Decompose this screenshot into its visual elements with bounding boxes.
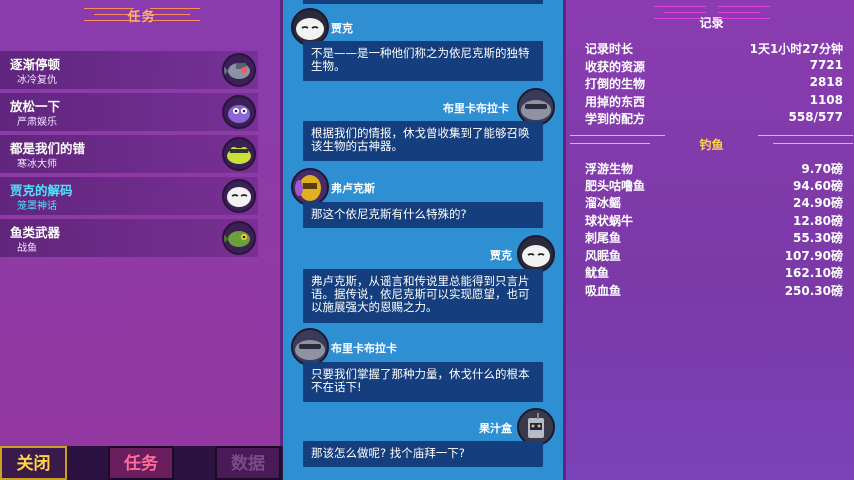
quest-item[interactable]: 逐渐停顿 冰冷复仇 [0,51,258,89]
fish-name: 浮游生物 [585,162,634,176]
quest-subtitle: 笼罩神话 [17,201,57,212]
white-ghost-avatar [517,235,555,273]
record-label: 收获的资源 [585,60,646,74]
record-row: 学到的配方 558/577 [585,110,843,127]
record-label: 学到的配方 [585,112,646,126]
quest-item[interactable]: 都是我们的错 寒冰大师 [0,135,258,173]
fish-row: 溜冰鳐 24.90磅 [585,194,843,211]
fish-name: 溜冰鳐 [585,196,622,210]
quest-subtitle: 寒冰大师 [17,159,57,170]
record-label: 记录时长 [585,42,634,56]
dialog-bubble: 只要我们掌握了那种力量，休戈什么的根本不在话下! [303,362,543,402]
fish-name: 吸血鱼 [585,284,622,298]
fish-row: 球状蜗牛 12.80磅 [585,212,843,229]
green-fish-icon [222,221,256,255]
robot-fish-icon [222,53,256,87]
fishing-header-title: 钓鱼 [699,138,724,152]
record-label: 用掉的东西 [585,95,646,109]
fish-name: 鱿鱼 [585,266,610,280]
fish-row: 鱿鱼 162.10磅 [585,264,843,281]
header-decoration-left [570,135,665,145]
record-value: 1天1小时27分钟 [749,42,843,56]
record-value: 558/577 [788,110,843,124]
fish-row: 肥头咕噜鱼 94.60磅 [585,177,843,194]
dialog-bubble: 不是——是一种他们称之为依尼克斯的独特生物。 [303,41,543,81]
fish-weight: 107.90磅 [784,249,843,263]
previous-bubble-edge [303,0,543,4]
records-panel: 记录 记录时长 1天1小时27分钟 收获的资源 7721 打倒的生物 2818 用掉的… [563,0,854,480]
quest-header: 任务 [0,0,283,30]
fish-weight: 55.30磅 [793,231,843,245]
tasks-tab[interactable]: 任务 [108,446,174,480]
record-value: 7721 [809,58,843,72]
quest-subtitle: 严肃娱乐 [17,117,57,128]
speaker-name: 布里卡布拉卡 [331,342,397,355]
gold-mask-avatar [291,168,329,206]
speaker-name: 贾克 [331,22,353,35]
fishing-header: 钓鱼 [566,134,854,153]
quest-subtitle: 冰冷复仇 [17,75,57,86]
speaker-name: 果汁盒 [479,422,512,435]
speaker-name: 弗卢克斯 [331,182,375,195]
purple-blob-icon [222,95,256,129]
fish-name: 球状蜗牛 [585,214,634,228]
fish-weight: 250.30磅 [784,284,843,298]
record-label: 打倒的生物 [585,77,646,91]
speaker-name: 贾克 [490,249,512,262]
records-header: 记录 [566,6,854,31]
fish-name: 肥头咕噜鱼 [585,179,646,193]
fish-weight: 24.90磅 [793,196,843,210]
quest-item[interactable]: 鱼类武器 战鱼 [0,219,258,257]
dialog-bubble: 那该怎么做呢? 找个庙拜一下? [303,441,543,467]
record-row: 打倒的生物 2818 [585,75,843,92]
header-decoration-right [758,135,853,145]
bottom-tab-bar: 关闭 任务 数据 [0,446,283,480]
fish-weight: 162.10磅 [784,266,843,280]
record-value: 1108 [809,93,843,107]
dialog-bubble: 弗卢克斯，从谣言和传说里总能得到只言片语。据传说，依尼克斯可以实现愿望，也可以施… [303,269,543,323]
quest-item-active[interactable]: 贾克的解码 笼罩神话 [0,177,258,215]
quest-panel: 任务 逐渐停顿 冰冷复仇 放松一下 严肃娱乐 都是我们的错 寒冰大师 贾克的解码… [0,0,283,480]
gray-blob-avatar [291,328,329,366]
header-decoration-right [150,8,200,24]
record-row: 记录时长 1天1小时27分钟 [585,40,843,57]
fish-row: 风眠鱼 107.90磅 [585,247,843,264]
fish-row: 刺尾鱼 55.30磅 [585,229,843,246]
data-tab[interactable]: 数据 [215,446,281,480]
record-row: 用掉的东西 1108 [585,93,843,110]
fish-weight: 12.80磅 [793,214,843,228]
fish-row: 浮游生物 9.70磅 [585,160,843,177]
fish-name: 风眠鱼 [585,249,622,263]
quest-subtitle: 战鱼 [17,243,37,254]
fish-weight: 94.60磅 [793,179,843,193]
yellow-frog-icon [222,137,256,171]
dialog-log[interactable]: 贾克 不是——是一种他们称之为依尼克斯的独特生物。 布里卡布拉卡 根据我们的情报… [283,0,563,480]
header-decoration-right [718,6,770,19]
dialog-bubble: 那这个依尼克斯有什么特殊的? [303,202,543,228]
fish-name: 刺尾鱼 [585,231,622,245]
fish-weight: 9.70磅 [801,162,843,176]
close-button[interactable]: 关闭 [0,446,67,480]
dialog-bubble: 根据我们的情报，休戈曾收集到了能够召唤该生物的古神器。 [303,121,543,161]
white-ghost-icon [222,179,256,213]
record-value: 2818 [809,75,843,89]
record-row: 收获的资源 7721 [585,58,843,75]
fish-row: 吸血鱼 250.30磅 [585,282,843,299]
header-decoration-left [654,6,706,19]
quest-item[interactable]: 放松一下 严肃娱乐 [0,93,258,131]
speaker-name: 布里卡布拉卡 [443,102,509,115]
